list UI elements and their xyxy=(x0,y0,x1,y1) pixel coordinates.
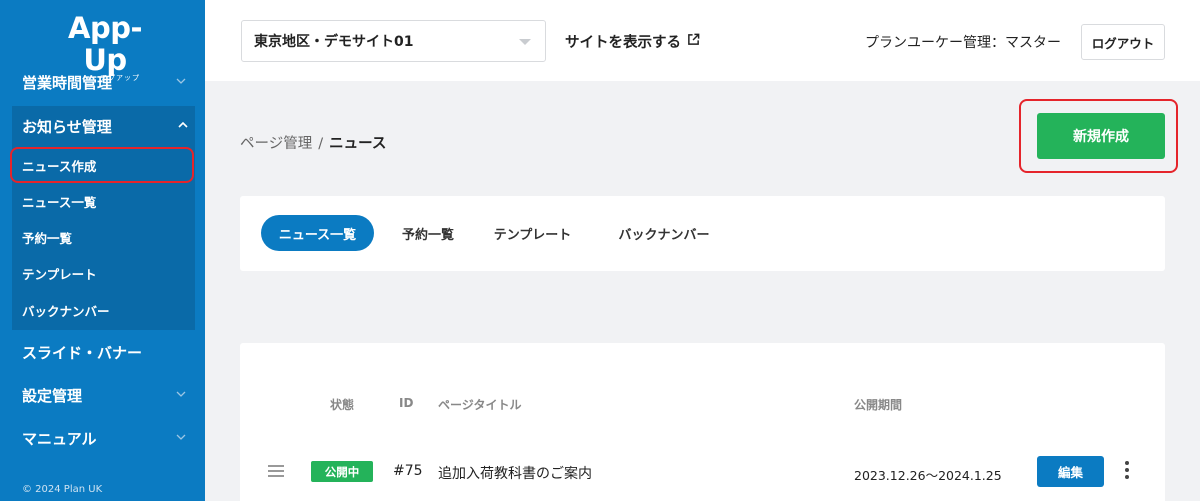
row-title: 追加入荷教科書のご案内 xyxy=(438,466,592,482)
sidebar-item-label: マニュアル xyxy=(22,429,97,448)
sidebar-item-notices[interactable]: お知らせ管理 xyxy=(12,106,195,146)
breadcrumb: ページ管理 / ニュース xyxy=(240,132,386,153)
sidebar-item-label: 設定管理 xyxy=(22,386,83,405)
site-select[interactable]: 東京地区・デモサイト01 xyxy=(241,20,546,62)
external-link-icon xyxy=(687,33,700,50)
chevron-up-icon xyxy=(178,120,188,129)
sidebar: App-Up アプアップ 営業時間管理 お知らせ管理 ニュース作成 ニュース一覧… xyxy=(0,0,205,501)
tab-reservations[interactable]: 予約一覧 xyxy=(388,215,468,251)
sidebar-subitem-label: ニュース一覧 xyxy=(22,194,97,210)
column-header-status: 状態 xyxy=(330,398,355,412)
chevron-down-icon xyxy=(176,389,186,398)
row-period: 2023.12.26〜2024.1.25 xyxy=(854,468,1002,483)
news-table: 状態 ID ページタイトル 公開期間 公開中 #75 追加入荷教科書のご案内 2… xyxy=(240,343,1165,501)
chevron-down-icon xyxy=(176,76,186,85)
user-info: プランユーケー管理：マスター xyxy=(865,35,1061,51)
sidebar-item-business-hours[interactable]: 営業時間管理 xyxy=(0,62,205,102)
sidebar-item-settings[interactable]: 設定管理 xyxy=(0,375,205,415)
sidebar-item-label: お知らせ管理 xyxy=(22,117,112,136)
sidebar-item-label: 営業時間管理 xyxy=(22,73,113,92)
more-vertical-icon[interactable] xyxy=(1123,461,1131,483)
top-bar: 東京地区・デモサイト01 サイトを表示する プランユーケー管理：マスター ログア… xyxy=(205,0,1200,81)
drag-handle-icon[interactable] xyxy=(268,465,284,477)
sidebar-group-notices: お知らせ管理 ニュース作成 ニュース一覧 予約一覧 テンプレート バックナンバー xyxy=(10,106,195,330)
chevron-down-icon xyxy=(176,432,186,441)
column-header-id: ID xyxy=(399,396,414,410)
breadcrumb-parent[interactable]: ページ管理 xyxy=(240,132,312,153)
edit-button[interactable]: 編集 xyxy=(1037,456,1104,487)
tabs-panel: ニュース一覧 予約一覧 テンプレート バックナンバー xyxy=(240,196,1165,271)
sidebar-subitem-label: テンプレート xyxy=(22,266,97,282)
tab-templates[interactable]: テンプレート xyxy=(490,215,575,251)
column-header-title: ページタイトル xyxy=(438,398,522,412)
sidebar-item-slides-banners[interactable]: スライド・バナー xyxy=(0,332,205,372)
sidebar-subitem-back-numbers[interactable]: バックナンバー xyxy=(12,292,195,328)
logout-button[interactable]: ログアウト xyxy=(1081,24,1165,60)
page-title: ニュース xyxy=(329,136,387,152)
sidebar-subitem-news-list[interactable]: ニュース一覧 xyxy=(12,183,195,219)
new-news-button[interactable]: 新規作成 xyxy=(1037,113,1165,159)
site-select-value: 東京地区・デモサイト01 xyxy=(254,34,414,50)
status-badge: 公開中 xyxy=(311,461,373,482)
row-id: #75 xyxy=(393,463,423,479)
view-site-link[interactable]: サイトを表示する xyxy=(565,31,700,52)
breadcrumb-separator: / xyxy=(318,136,324,152)
sidebar-subitem-label: バックナンバー xyxy=(22,303,110,319)
sidebar-subitem-news-create[interactable]: ニュース作成 xyxy=(10,147,194,183)
sidebar-subitem-label: 予約一覧 xyxy=(22,230,73,246)
view-site-label: サイトを表示する xyxy=(565,35,681,51)
tab-back-numbers[interactable]: バックナンバー xyxy=(612,215,716,251)
column-header-period: 公開期間 xyxy=(854,398,903,412)
sidebar-subitem-templates[interactable]: テンプレート xyxy=(12,255,195,291)
tab-news-list[interactable]: ニュース一覧 xyxy=(261,215,374,251)
sidebar-item-label: スライド・バナー xyxy=(22,343,143,362)
sidebar-subitem-label: ニュース作成 xyxy=(22,158,97,174)
sidebar-subitem-reservations[interactable]: 予約一覧 xyxy=(12,219,195,255)
caret-down-icon xyxy=(519,39,531,45)
sidebar-item-manual[interactable]: マニュアル xyxy=(0,418,205,458)
copyright: © 2024 Plan UK xyxy=(22,484,103,495)
